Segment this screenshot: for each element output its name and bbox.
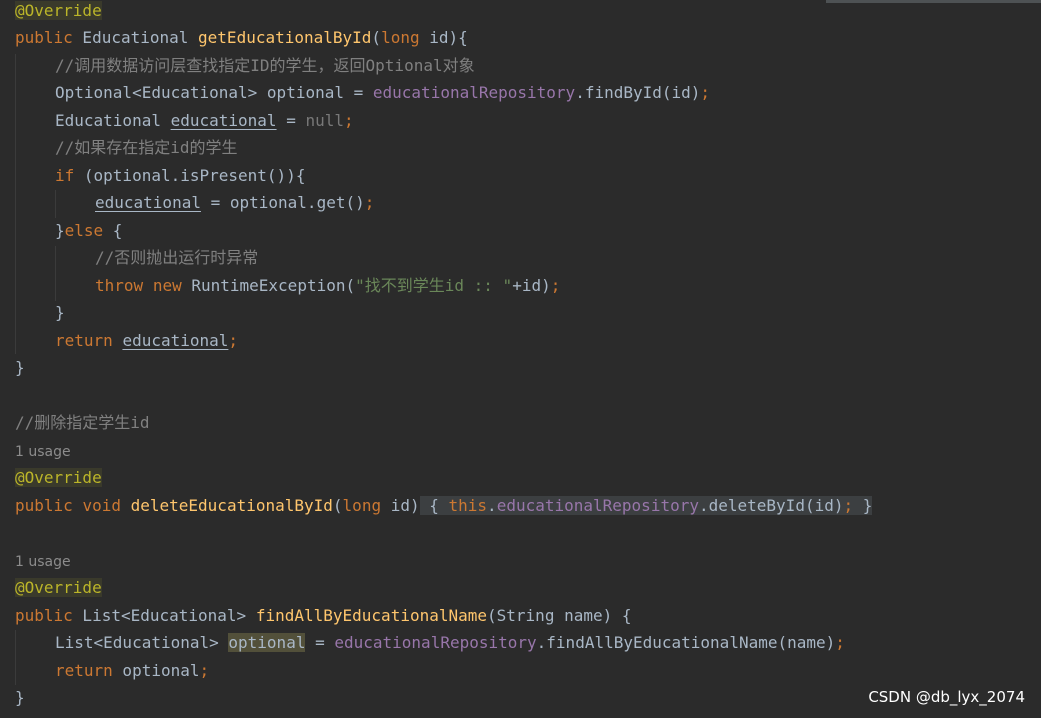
semicolon: ; (364, 193, 375, 212)
keyword: void (82, 496, 121, 515)
dot: . (487, 496, 497, 515)
annotation: @Override (15, 1, 102, 20)
semicolon: ; (199, 661, 210, 680)
keyword: return (55, 331, 113, 350)
code-line-9: }else { (55, 218, 122, 244)
code-line-19: public void deleteEducationalById(long i… (15, 493, 873, 519)
code-line-6: //如果存在指定id的学生 (55, 135, 238, 161)
code-line-4: Optional<Educational> optional = educati… (55, 80, 710, 106)
indent-guide (55, 190, 56, 218)
code-line-3: //调用数据访问层查找指定ID的学生，返回Optional对象 (55, 53, 475, 79)
code-line-11: throw new RuntimeException("找不到学生id :: "… (95, 273, 560, 299)
variable: optional (112, 661, 200, 680)
code-line-8: educational = optional.get(); (95, 190, 374, 216)
code-line-21: @Override (15, 575, 102, 601)
comment: //如果存在指定id的学生 (55, 138, 238, 157)
params: (String name) { (487, 606, 632, 625)
keyword: long (381, 28, 420, 47)
exception: RuntimeException( (181, 276, 356, 295)
comment: //删除指定学生id (15, 413, 150, 432)
brace: } (55, 303, 65, 322)
call: .deleteById(id) (698, 496, 844, 515)
field[interactable]: educationalRepository (497, 496, 699, 515)
method-name[interactable]: getEducationalById (198, 28, 371, 47)
semicolon: ; (344, 111, 354, 130)
code-line-14: } (15, 355, 25, 381)
string-literal: "找不到学生id :: " (355, 276, 513, 295)
annotation: @Override (15, 468, 102, 487)
expr: +id) (512, 276, 551, 295)
comment: //否则抛出运行时异常 (95, 248, 259, 267)
indent-guide (15, 54, 16, 354)
keyword: public (15, 28, 73, 47)
variable[interactable]: educational (171, 111, 277, 130)
code-line-10: //否则抛出运行时异常 (95, 245, 258, 271)
code-line-25: } (15, 685, 25, 711)
variable[interactable]: educational (122, 331, 228, 350)
code-line-2: public Educational getEducationalById(lo… (15, 25, 468, 51)
brace: } (15, 688, 25, 707)
variable[interactable]: educational (95, 193, 201, 212)
keyword: long (342, 496, 382, 515)
brace: } (15, 358, 25, 377)
null-literal: null (305, 111, 344, 130)
keyword: public (15, 496, 73, 515)
watermark: CSDN @db_lyx_2074 (868, 688, 1025, 706)
call: .findAllByEducationalName(name) (536, 633, 836, 652)
usage-hint[interactable]: 1 usage (15, 442, 71, 462)
code-line-18: @Override (15, 465, 102, 491)
keyword: public (15, 606, 73, 625)
semicolon: ; (843, 496, 854, 515)
code-line-22: public List<Educational> findAllByEducat… (15, 603, 632, 629)
semicolon: ; (228, 331, 239, 350)
code-line-16: //删除指定学生id (15, 410, 150, 436)
statement: Optional<Educational> optional = (55, 83, 373, 102)
code-line-5: Educational educational = null; (55, 108, 354, 134)
params: id) (381, 496, 420, 515)
semicolon: ; (835, 633, 845, 652)
paren: ( (371, 28, 382, 47)
type: Educational (55, 111, 171, 130)
indent-guide (15, 630, 16, 685)
statement: = optional.get() (200, 193, 365, 212)
brace: } (853, 496, 873, 515)
scrollbar-top[interactable] (826, 0, 1041, 3)
semicolon: ; (550, 276, 561, 295)
code-line-1: @Override (15, 0, 102, 24)
brace: } (55, 221, 65, 240)
keyword: return (55, 661, 113, 680)
paren: ( (332, 496, 343, 515)
operator: = (305, 633, 335, 652)
keyword: else (64, 221, 104, 240)
code-line-13: return educational; (55, 328, 238, 354)
code-line-7: if (optional.isPresent()){ (55, 163, 305, 189)
keyword: throw (95, 276, 144, 295)
indent-guide (55, 246, 56, 301)
operator: = (276, 111, 306, 130)
comment: //调用数据访问层查找指定ID的学生，返回Optional对象 (55, 56, 475, 75)
usage-hint[interactable]: 1 usage (15, 552, 71, 572)
condition: (optional.isPresent()){ (74, 166, 306, 185)
semicolon: ; (700, 83, 711, 102)
folded-region[interactable]: { this.educationalRepository.deleteById(… (419, 496, 873, 515)
variable[interactable]: optional (228, 633, 306, 652)
brace: { (103, 221, 123, 240)
type: Educational (72, 28, 199, 47)
brace: { (419, 496, 449, 515)
type: List<Educational> (55, 633, 229, 652)
method-name[interactable]: deleteEducationalById (131, 496, 333, 515)
field[interactable]: educationalRepository (334, 633, 536, 652)
annotation: @Override (15, 578, 102, 597)
keyword: if (55, 166, 75, 185)
type: List<Educational> (72, 606, 256, 625)
code-line-12: } (55, 300, 65, 326)
field[interactable]: educationalRepository (373, 83, 575, 102)
keyword: new (152, 276, 182, 295)
call: .findById(id) (575, 83, 701, 102)
code-line-23: List<Educational> optional = educational… (55, 630, 845, 656)
code-line-24: return optional; (55, 658, 209, 684)
keyword: this (448, 496, 488, 515)
params: id){ (419, 28, 468, 47)
method-name[interactable]: findAllByEducationalName (256, 606, 487, 625)
